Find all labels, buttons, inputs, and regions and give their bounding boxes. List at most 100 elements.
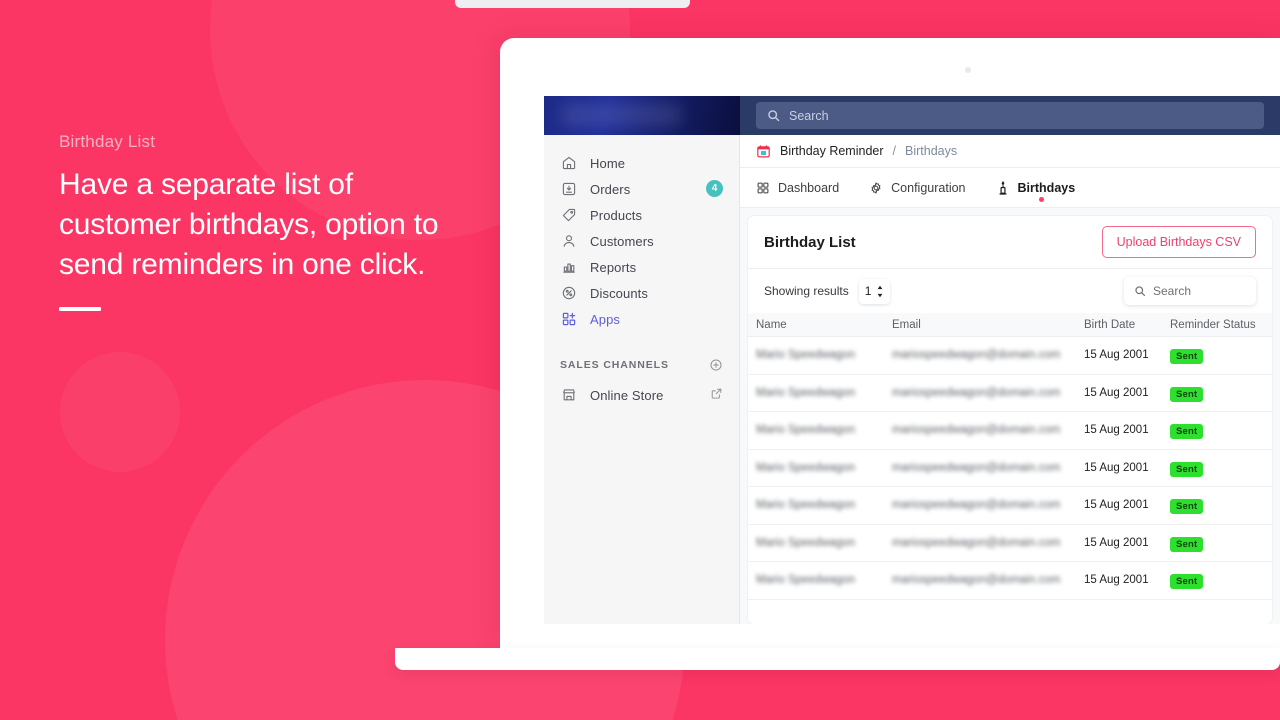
status-badge: Sent bbox=[1170, 536, 1204, 552]
table-row[interactable]: Mario Speedwagon mariospeedwagon@domain.c… bbox=[748, 525, 1272, 562]
promo-headline: Have a separate list of customer birthda… bbox=[59, 168, 439, 281]
promo-panel: Birthday List Have a separate list of cu… bbox=[59, 132, 459, 311]
column-header-reminder-status: Reminder Status bbox=[1170, 318, 1256, 331]
home-icon bbox=[560, 155, 577, 172]
products-icon bbox=[560, 207, 577, 224]
cell-email: mariospeedwagon@domain.com bbox=[892, 424, 1061, 437]
cell-email: mariospeedwagon@domain.com bbox=[892, 386, 1061, 399]
sidebar-item-label: Apps bbox=[590, 311, 621, 327]
cell-email: mariospeedwagon@domain.com bbox=[892, 461, 1061, 474]
active-tab-indicator bbox=[1039, 196, 1045, 202]
column-header-birth-date: Birth Date bbox=[1084, 318, 1136, 331]
main-content: Birthday Reminder / Birthdays Dashboard bbox=[740, 135, 1280, 624]
tab-dashboard[interactable]: Dashboard bbox=[756, 168, 839, 208]
candle-icon bbox=[996, 180, 1010, 196]
external-link-icon[interactable] bbox=[710, 387, 723, 400]
cell-name: Mario Speedwagon bbox=[756, 499, 856, 512]
breadcrumb-app[interactable]: Birthday Reminder bbox=[780, 144, 884, 158]
stepper-arrows-icon bbox=[876, 285, 884, 298]
breadcrumb-current[interactable]: Birthdays bbox=[905, 144, 957, 158]
column-header-email: Email bbox=[892, 318, 921, 331]
cell-email: mariospeedwagon@domain.com bbox=[892, 349, 1061, 362]
laptop-notch bbox=[455, 0, 690, 8]
table-header-row: Name Email Birth Date Reminder Status bbox=[748, 313, 1272, 337]
orders-badge: 4 bbox=[706, 180, 723, 197]
background-blob-small bbox=[60, 352, 180, 472]
table-row[interactable]: Mario Speedwagon mariospeedwagon@domain.c… bbox=[748, 562, 1272, 600]
plus-circle-icon[interactable] bbox=[709, 358, 723, 372]
discounts-icon bbox=[560, 285, 577, 302]
upload-birthdays-csv-button[interactable]: Upload Birthdays CSV bbox=[1101, 226, 1256, 258]
app-topbar: Search bbox=[544, 96, 1280, 135]
status-badge: Sent bbox=[1170, 574, 1204, 590]
results-count-stepper[interactable]: 1 bbox=[858, 278, 891, 304]
grid-icon bbox=[756, 181, 770, 195]
sidebar-item-label: Orders bbox=[590, 181, 631, 197]
reports-icon bbox=[560, 259, 577, 276]
sidebar-item-orders[interactable]: Orders 4 bbox=[544, 176, 739, 202]
cell-birth-date: 15 Aug 2001 bbox=[1084, 424, 1149, 437]
results-count-value: 1 bbox=[864, 284, 872, 298]
cell-birth-date: 15 Aug 2001 bbox=[1084, 536, 1149, 549]
cell-birth-date: 15 Aug 2001 bbox=[1084, 574, 1149, 587]
tab-bar: Dashboard Configuration Birthdays bbox=[740, 168, 1280, 208]
table-search-input[interactable]: Search bbox=[1124, 277, 1256, 305]
breadcrumb: Birthday Reminder / Birthdays bbox=[740, 135, 1280, 168]
topbar-main: Search bbox=[740, 96, 1280, 135]
cell-email: mariospeedwagon@domain.com bbox=[892, 574, 1061, 587]
sidebar-item-label: Reports bbox=[590, 259, 637, 275]
sidebar-item-reports[interactable]: Reports bbox=[544, 254, 739, 280]
table-row[interactable]: Mario Speedwagon mariospeedwagon@domain.c… bbox=[748, 450, 1272, 487]
laptop-camera-dot bbox=[965, 67, 971, 73]
cell-name: Mario Speedwagon bbox=[756, 574, 856, 587]
global-search-placeholder: Search bbox=[789, 108, 829, 123]
sidebar-item-customers[interactable]: Customers bbox=[544, 228, 739, 254]
sidebar: Home Orders 4 Products Customers Reports… bbox=[544, 135, 740, 624]
storefront-icon bbox=[560, 387, 577, 404]
app-logo[interactable] bbox=[544, 96, 740, 135]
promo-divider bbox=[59, 307, 101, 311]
cell-birth-date: 15 Aug 2001 bbox=[1084, 349, 1149, 362]
sidebar-item-products[interactable]: Products bbox=[544, 202, 739, 228]
cell-birth-date: 15 Aug 2001 bbox=[1084, 386, 1149, 399]
table-row[interactable]: Mario Speedwagon mariospeedwagon@domain.c… bbox=[748, 337, 1272, 375]
sidebar-item-online-store[interactable]: Online Store bbox=[544, 382, 739, 408]
calendar-icon bbox=[756, 144, 771, 159]
status-badge: Sent bbox=[1170, 349, 1204, 365]
orders-icon bbox=[560, 181, 577, 198]
birthdays-table: Name Email Birth Date Reminder Status Ma… bbox=[748, 313, 1272, 624]
table-row[interactable]: Mario Speedwagon mariospeedwagon@domain.c… bbox=[748, 412, 1272, 450]
cell-name: Mario Speedwagon bbox=[756, 461, 856, 474]
gear-icon bbox=[869, 181, 883, 195]
table-search-placeholder: Search bbox=[1153, 284, 1192, 298]
sidebar-item-discounts[interactable]: Discounts bbox=[544, 280, 739, 306]
page-title: Birthday List bbox=[764, 233, 856, 251]
showing-results-label: Showing results bbox=[764, 284, 849, 298]
column-header-name: Name bbox=[756, 318, 787, 331]
table-toolbar: Showing results 1 Search bbox=[748, 269, 1272, 313]
promo-eyebrow: Birthday List bbox=[59, 132, 156, 151]
sidebar-item-home[interactable]: Home bbox=[544, 150, 739, 176]
tab-label: Birthdays bbox=[1017, 180, 1076, 195]
apps-icon bbox=[560, 311, 577, 328]
global-search-input[interactable]: Search bbox=[756, 102, 1264, 129]
table-row[interactable]: Mario Speedwagon mariospeedwagon@domain.c… bbox=[748, 487, 1272, 525]
cell-name: Mario Speedwagon bbox=[756, 349, 856, 362]
table-row[interactable]: Mario Speedwagon mariospeedwagon@domain.c… bbox=[748, 375, 1272, 412]
status-badge: Sent bbox=[1170, 499, 1204, 515]
birthdays-panel: Birthday List Upload Birthdays CSV Showi… bbox=[740, 208, 1280, 624]
tab-birthdays[interactable]: Birthdays bbox=[996, 168, 1076, 208]
sidebar-item-label: Online Store bbox=[590, 387, 664, 403]
application-window: Search Home Orders 4 Products Customers … bbox=[544, 96, 1280, 624]
tab-label: Configuration bbox=[891, 180, 966, 195]
cell-birth-date: 15 Aug 2001 bbox=[1084, 461, 1149, 474]
tab-label: Dashboard bbox=[778, 180, 840, 195]
sidebar-item-apps[interactable]: Apps bbox=[544, 306, 739, 332]
sidebar-item-label: Discounts bbox=[590, 285, 648, 301]
panel-header: Birthday List Upload Birthdays CSV bbox=[748, 216, 1272, 269]
tab-configuration[interactable]: Configuration bbox=[869, 168, 966, 208]
cell-name: Mario Speedwagon bbox=[756, 424, 856, 437]
cell-email: mariospeedwagon@domain.com bbox=[892, 499, 1061, 512]
search-icon bbox=[767, 109, 780, 122]
breadcrumb-separator: / bbox=[892, 144, 896, 158]
